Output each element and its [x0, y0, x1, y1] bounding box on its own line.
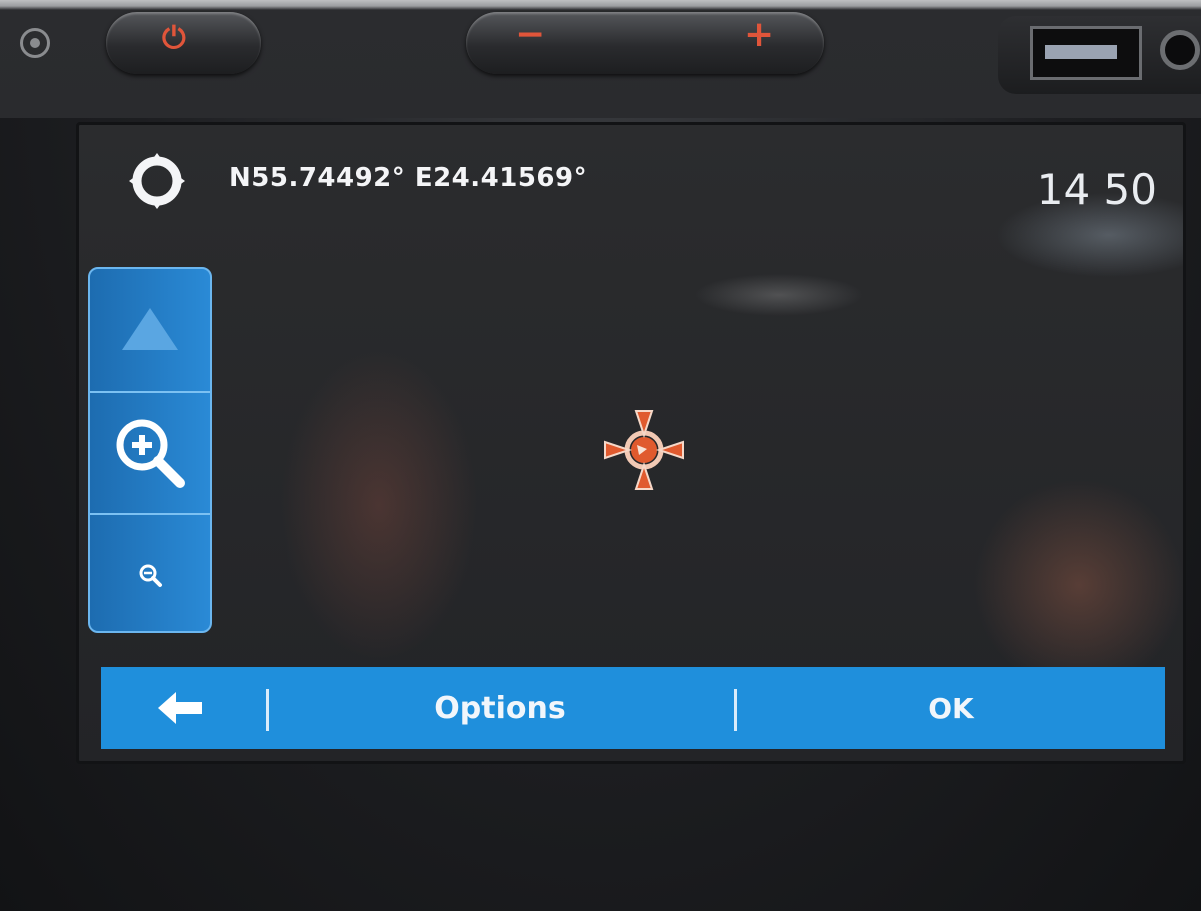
- zoom-out-icon: [139, 564, 162, 587]
- usb-port: [1030, 26, 1142, 80]
- volume-down-icon[interactable]: −: [515, 14, 545, 55]
- voice-control-icon[interactable]: [20, 28, 50, 58]
- bottom-action-bar: Options OK: [101, 667, 1165, 749]
- ok-button[interactable]: OK: [737, 667, 1165, 749]
- map-control-panel: [88, 267, 212, 633]
- power-icon: ⏻: [162, 21, 186, 56]
- north-up-button[interactable]: [90, 269, 210, 389]
- north-arrow-icon: [122, 308, 178, 350]
- zoom-in-icon: [116, 419, 185, 488]
- gps-coordinates: N55.74492° E24.41569°: [229, 163, 588, 193]
- navigation-screen: N55.74492° E24.41569° 14 50 Options OK: [76, 122, 1186, 764]
- zoom-out-button[interactable]: [90, 513, 210, 631]
- options-button[interactable]: Options: [269, 667, 731, 749]
- volume-up-icon[interactable]: +: [744, 14, 774, 55]
- map-cursor-crosshair-icon[interactable]: [599, 405, 689, 495]
- device-bezel: ⏻ − + N55.74492° E24.41569° 14 50 Option…: [0, 0, 1201, 911]
- gps-position-icon: [129, 153, 185, 209]
- back-button[interactable]: [101, 667, 261, 749]
- aux-jack: [1160, 30, 1200, 70]
- back-arrow-icon: [158, 692, 202, 724]
- zoom-in-button[interactable]: [90, 391, 210, 513]
- clock: 14 50: [1036, 165, 1157, 214]
